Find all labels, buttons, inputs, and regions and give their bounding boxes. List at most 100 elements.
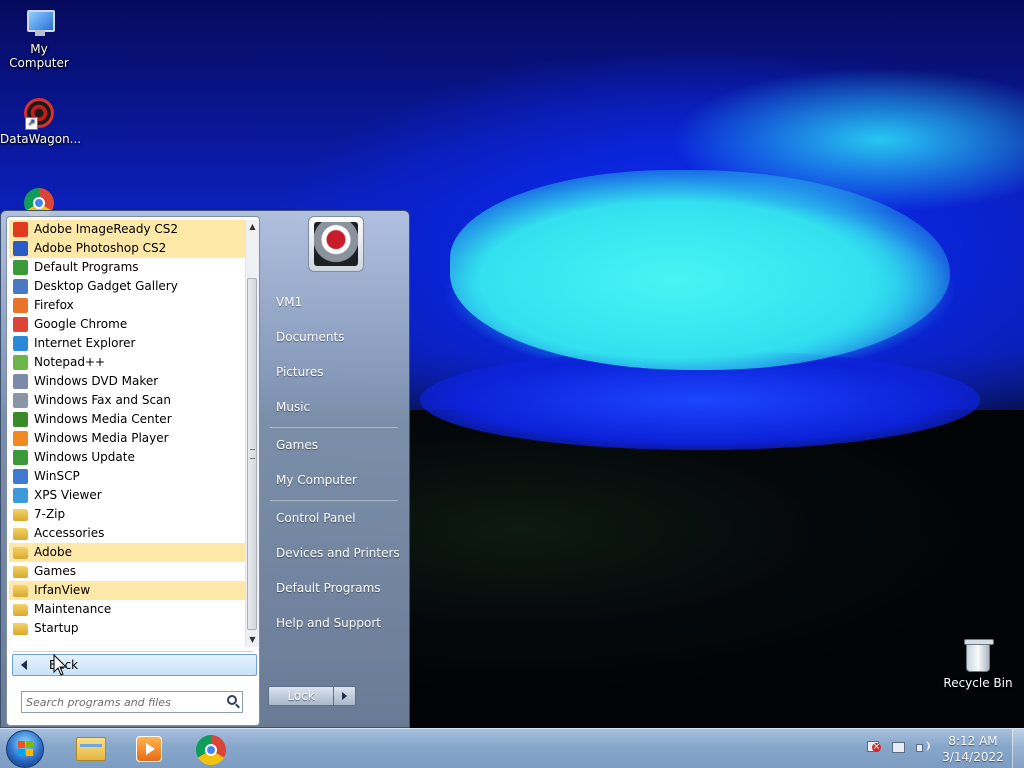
shutdown-options-button[interactable]	[334, 686, 356, 706]
default-programs-icon	[13, 260, 28, 275]
program-item[interactable]: Adobe Photoshop CS2	[9, 239, 245, 258]
action-center-icon[interactable]	[864, 739, 881, 755]
lock-button[interactable]: Lock	[268, 686, 334, 706]
program-item[interactable]: Windows Fax and Scan	[9, 391, 245, 410]
program-item-label: Google Chrome	[34, 317, 128, 331]
media-player-icon	[136, 736, 162, 762]
back-button[interactable]: Back	[12, 654, 257, 676]
program-item[interactable]: Accessories	[9, 524, 245, 543]
program-item-label: Adobe ImageReady CS2	[34, 222, 179, 236]
program-item-label: Startup	[34, 621, 79, 635]
program-item-label: Firefox	[34, 298, 74, 312]
right-item-default-programs[interactable]: Default Programs	[264, 574, 404, 602]
program-item[interactable]: Adobe	[9, 543, 245, 562]
desktop-icon-label: DataWagon...	[0, 132, 82, 146]
internet-explorer-icon	[13, 336, 28, 351]
right-item-devices-printers[interactable]: Devices and Printers	[264, 539, 404, 567]
program-item[interactable]: XPS Viewer	[9, 486, 245, 505]
taskbar-chrome-button[interactable]	[186, 732, 238, 766]
clock[interactable]: 8:12 AM 3/14/2022	[940, 733, 1006, 765]
folder-icon	[13, 509, 28, 521]
program-item[interactable]: Windows Media Center	[9, 410, 245, 429]
fax-scan-icon	[13, 393, 28, 408]
program-item-label: Windows Update	[34, 450, 135, 464]
media-center-icon	[13, 412, 28, 427]
start-button[interactable]	[6, 730, 44, 768]
xps-viewer-icon	[13, 488, 28, 503]
media-player-icon	[13, 431, 28, 446]
folder-icon	[13, 604, 28, 616]
right-item-documents[interactable]: Documents	[264, 323, 404, 351]
program-item[interactable]: Notepad++	[9, 353, 245, 372]
right-item-user[interactable]: VM1	[264, 288, 404, 316]
program-item-label: Internet Explorer	[34, 336, 136, 350]
program-item[interactable]: Default Programs	[9, 258, 245, 277]
wallpaper-island	[450, 170, 950, 370]
search-input[interactable]	[26, 694, 212, 710]
program-item-label: Adobe Photoshop CS2	[34, 241, 167, 255]
network-icon[interactable]	[890, 739, 906, 755]
imageready-icon	[13, 222, 28, 237]
computer-icon	[23, 8, 55, 40]
program-item-label: Maintenance	[34, 602, 112, 616]
folder-icon	[13, 566, 28, 578]
program-list: Adobe ImageReady CS2 Adobe Photoshop CS2 D…	[9, 220, 245, 638]
scroll-down-button[interactable]: ▼	[246, 633, 259, 647]
taskbar-explorer-button[interactable]	[62, 732, 114, 766]
program-item-label: Games	[34, 564, 76, 578]
scroll-thumb[interactable]	[247, 278, 257, 630]
clock-date: 3/14/2022	[942, 750, 1004, 764]
program-item[interactable]: Games	[9, 562, 245, 581]
program-item[interactable]: Maintenance	[9, 600, 245, 619]
folder-icon	[13, 623, 28, 635]
program-item[interactable]: Google Chrome	[9, 315, 245, 334]
program-item[interactable]: Windows Update	[9, 448, 245, 467]
gadget-gallery-icon	[13, 279, 28, 294]
program-item[interactable]: Internet Explorer	[9, 334, 245, 353]
taskbar-media-player-button[interactable]	[124, 732, 176, 766]
right-item-games[interactable]: Games	[264, 431, 404, 459]
desktop-icon-label: Recycle Bin	[943, 676, 1013, 690]
program-item[interactable]: Desktop Gadget Gallery	[9, 277, 245, 296]
user-picture[interactable]	[308, 216, 364, 272]
program-item[interactable]: IrfanView	[9, 581, 245, 600]
volume-icon[interactable]	[914, 739, 930, 755]
program-item[interactable]: 7-Zip	[9, 505, 245, 524]
program-item[interactable]: Windows DVD Maker	[9, 372, 245, 391]
program-item-label: Windows Fax and Scan	[34, 393, 172, 407]
program-item[interactable]: WinSCP	[9, 467, 245, 486]
right-item-music[interactable]: Music	[264, 393, 404, 421]
show-desktop-button[interactable]	[1012, 729, 1024, 768]
chrome-icon	[196, 735, 226, 765]
desktop-icon-my-computer[interactable]: My Computer	[0, 8, 78, 70]
back-arrow-icon	[21, 660, 27, 670]
right-item-my-computer[interactable]: My Computer	[264, 466, 404, 494]
right-item-pictures[interactable]: Pictures	[264, 358, 404, 386]
program-item-label: Desktop Gadget Gallery	[34, 279, 178, 293]
program-item-label: WinSCP	[34, 469, 80, 483]
folder-icon	[13, 585, 28, 597]
winscp-icon	[13, 469, 28, 484]
scroll-up-button[interactable]: ▲	[246, 220, 259, 234]
program-item[interactable]: Startup	[9, 619, 245, 638]
chrome-icon	[13, 317, 28, 332]
dvd-maker-icon	[13, 374, 28, 389]
program-item[interactable]: Adobe ImageReady CS2	[9, 220, 245, 239]
desktop-icon-recycle-bin[interactable]: Recycle Bin	[940, 639, 1016, 690]
program-item-label: Default Programs	[34, 260, 139, 274]
desktop-icon-datawagon[interactable]: ↗ DataWagon...	[0, 98, 82, 146]
program-list-scrollbar[interactable]: ▲ ▼	[245, 220, 259, 647]
taskbar: 8:12 AM 3/14/2022	[0, 728, 1024, 768]
right-item-help-support[interactable]: Help and Support	[264, 609, 404, 637]
program-item-label: Windows Media Player	[34, 431, 169, 445]
folder-icon	[13, 528, 28, 540]
program-item[interactable]: Windows Media Player	[9, 429, 245, 448]
search-box[interactable]	[21, 691, 243, 713]
search-icon[interactable]	[227, 695, 237, 705]
right-item-control-panel[interactable]: Control Panel	[264, 504, 404, 532]
notepadpp-icon	[13, 355, 28, 370]
program-item-label: Notepad++	[34, 355, 106, 369]
clock-time: 8:12 AM	[948, 734, 998, 748]
program-item-label: Accessories	[34, 526, 105, 540]
program-item[interactable]: Firefox	[9, 296, 245, 315]
